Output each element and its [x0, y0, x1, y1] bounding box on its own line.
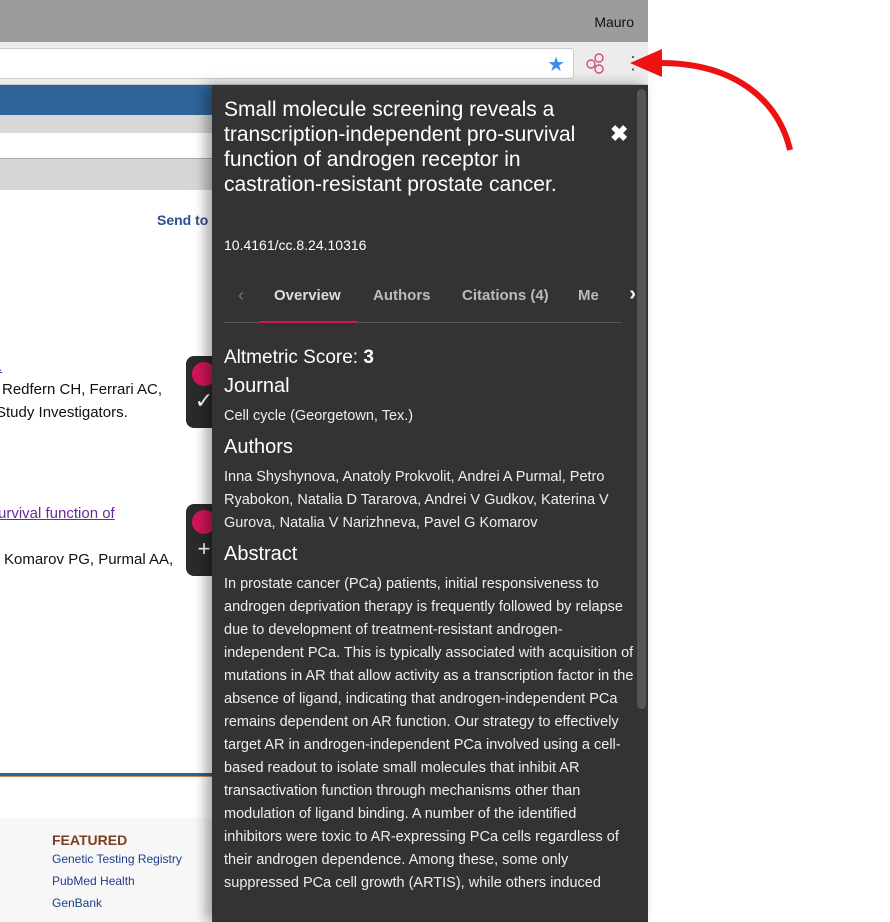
- result-1-title-link[interactable]: .: [0, 358, 2, 375]
- tab-overview[interactable]: Overview: [274, 287, 341, 304]
- browser-toolbar: ★: [0, 42, 648, 85]
- journal-name: Cell cycle (Georgetown, Tex.): [224, 408, 414, 424]
- altmetric-extension-icon[interactable]: [585, 52, 607, 74]
- result-2-authors: Komarov PG, Purmal AA,: [4, 551, 174, 568]
- tab-more[interactable]: Me: [578, 287, 599, 304]
- featured-link[interactable]: Genetic Testing Registry: [52, 852, 182, 866]
- altmetric-popup-panel: Small molecule screening reveals a trans…: [212, 85, 648, 922]
- browser-title-bar: Mauro: [0, 0, 648, 42]
- article-doi: 10.4161/cc.8.24.10316: [224, 237, 367, 253]
- featured-link[interactable]: PubMed Health: [52, 874, 135, 888]
- profile-name[interactable]: Mauro: [594, 14, 634, 30]
- active-tab-indicator: [260, 321, 357, 323]
- result-1-group: Study Investigators.: [0, 404, 128, 421]
- address-bar[interactable]: ★: [0, 48, 574, 79]
- score-value: 3: [363, 347, 374, 368]
- panel-scrollbar[interactable]: [637, 89, 646, 709]
- result-1-authors: Redfern CH, Ferrari AC,: [2, 381, 163, 398]
- tab-authors[interactable]: Authors: [373, 287, 431, 304]
- abstract-heading: Abstract: [224, 543, 298, 565]
- overview-content: Altmetric Score: 3 Journal Cell cycle (G…: [224, 347, 638, 895]
- send-to-link[interactable]: Send to: [157, 212, 208, 228]
- close-icon[interactable]: ✖: [610, 121, 628, 147]
- panel-tabs: ‹ Overview Authors Citations (4) Me ›: [224, 275, 636, 323]
- bookmark-star-icon[interactable]: ★: [547, 52, 565, 77]
- authors-list: Inna Shyshynova, Anatoly Prokvolit, Andr…: [224, 469, 609, 531]
- altmetric-score: Altmetric Score: 3: [224, 347, 638, 369]
- annotation-arrow: [630, 49, 793, 151]
- authors-heading: Authors: [224, 436, 293, 458]
- score-label: Altmetric Score:: [224, 347, 359, 368]
- article-title: Small molecule screening reveals a trans…: [224, 98, 576, 196]
- abstract-text: In prostate cancer (PCa) patients, initi…: [224, 576, 634, 891]
- chevron-right-icon[interactable]: ›: [629, 283, 636, 306]
- chevron-left-icon[interactable]: ‹: [238, 285, 244, 306]
- journal-heading: Journal: [224, 375, 290, 397]
- featured-heading: FEATURED: [52, 832, 128, 848]
- tab-citations[interactable]: Citations (4): [462, 287, 549, 304]
- result-2-title-link[interactable]: urvival function of: [0, 505, 115, 522]
- featured-link[interactable]: GenBank: [52, 896, 102, 910]
